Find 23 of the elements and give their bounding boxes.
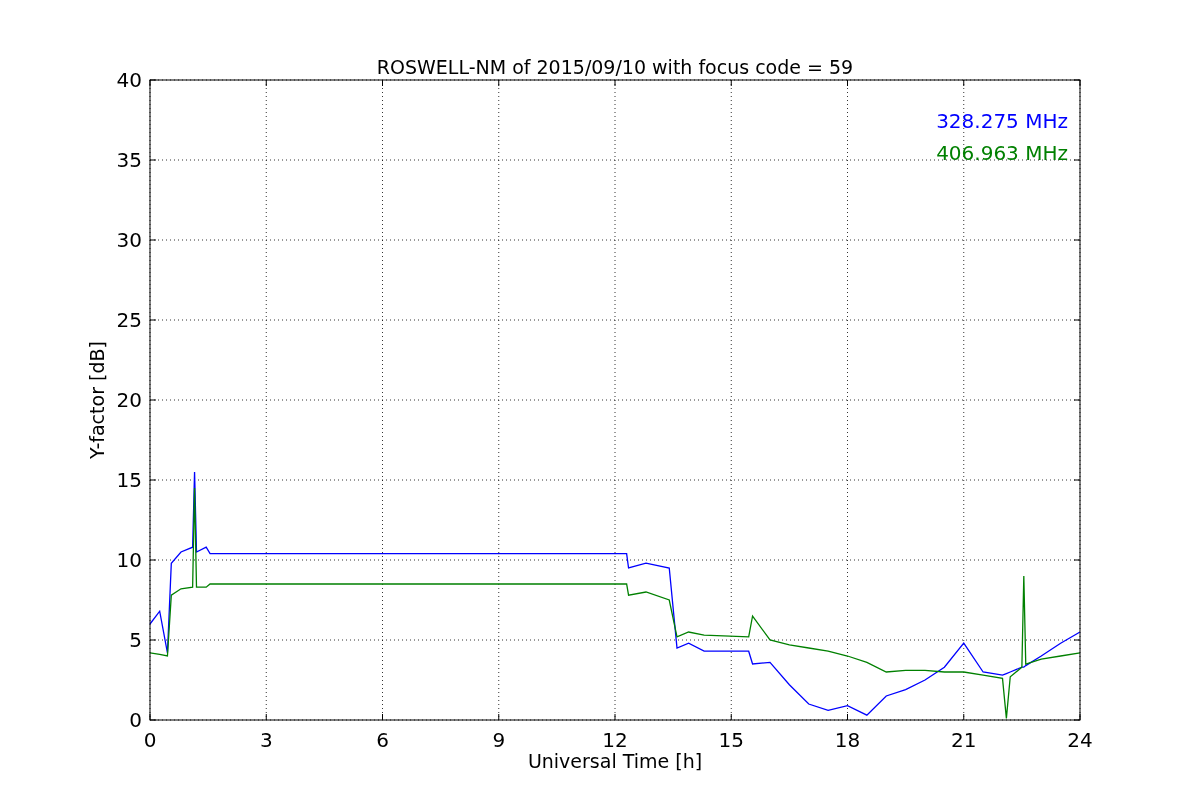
y-tick-label: 0 (129, 708, 142, 732)
x-tick-label: 3 (259, 728, 273, 752)
legend-label: 328.275 MHz (936, 109, 1068, 133)
chart-title: ROSWELL-NM of 2015/09/10 with focus code = 59 (376, 56, 854, 78)
legend-label: 406.963 MHz (936, 141, 1068, 165)
y-tick-label: 35 (116, 148, 142, 172)
x-tick-label: 12 (602, 728, 628, 752)
x-tick-label: 21 (951, 728, 977, 752)
y-axis-label: Y-factor [dB] (86, 341, 108, 459)
x-tick-label: 0 (143, 728, 157, 752)
x-tick-label: 24 (1067, 728, 1093, 752)
y-tick-label: 40 (116, 68, 142, 92)
y-tick-label: 30 (116, 228, 142, 252)
y-tick-label: 10 (116, 548, 142, 572)
x-tick-label: 6 (376, 728, 389, 752)
y-tick-label: 5 (129, 628, 142, 652)
y-tick-label: 25 (116, 308, 142, 332)
x-tick-label: 9 (492, 728, 506, 752)
y-tick-label: 20 (116, 388, 142, 412)
x-tick-label: 15 (718, 728, 744, 752)
x-tick-label: 18 (834, 728, 861, 752)
y-tick-label: 15 (116, 468, 142, 492)
x-axis-label: Universal Time [h] (527, 750, 703, 772)
